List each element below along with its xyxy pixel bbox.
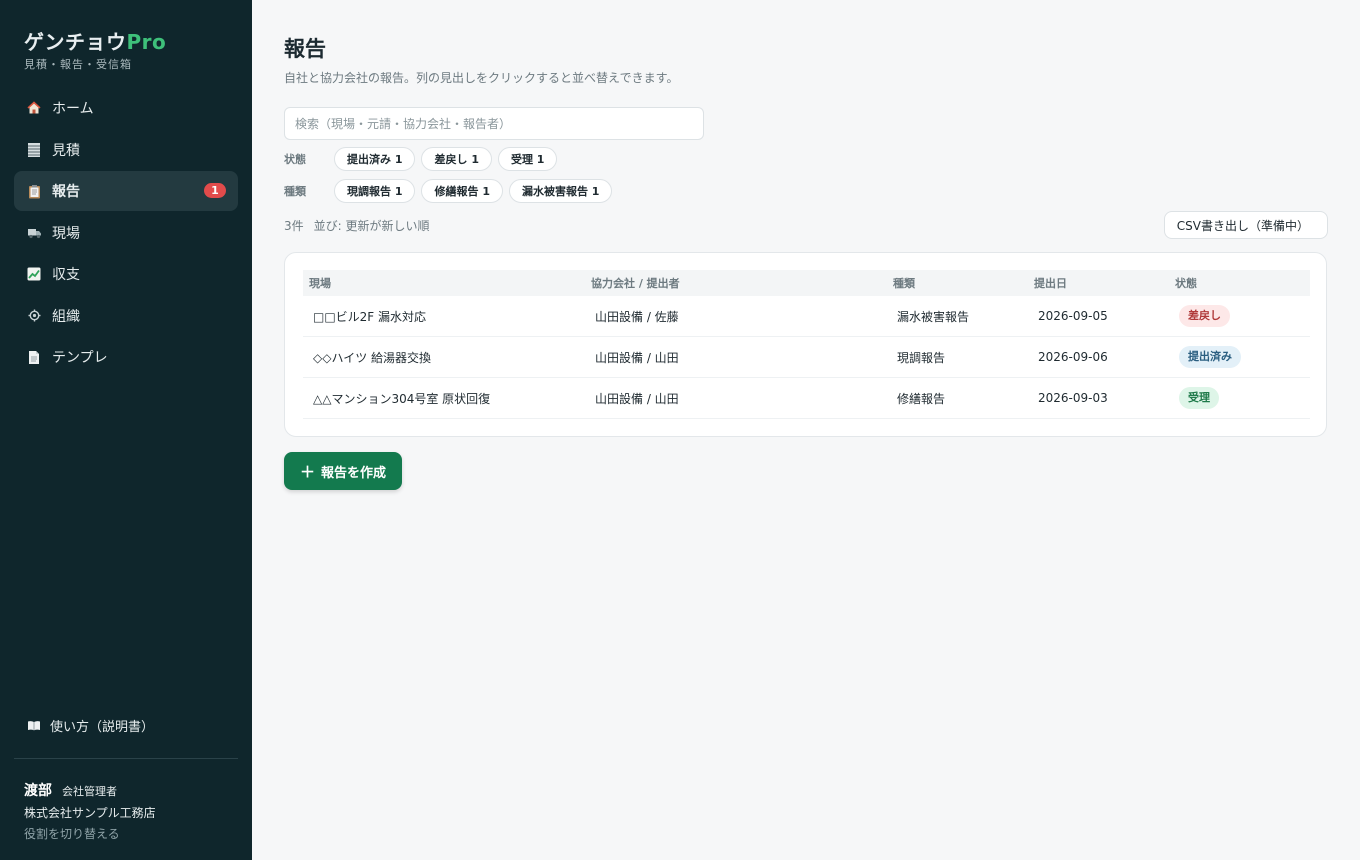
user-name: 渡部: [24, 783, 52, 799]
cell-date: 2026-09-06: [1028, 336, 1169, 378]
sidebar-divider: [14, 758, 238, 759]
column-header-site[interactable]: 現場: [303, 270, 585, 296]
sidebar-item-label: 報告: [52, 184, 80, 200]
cell-partner: 山田設備 / 山田: [585, 336, 887, 378]
cell-date: 2026-09-03: [1028, 377, 1169, 419]
sidebar-nav: ホーム 見積 報告 1 現場 収支 組織 テンプレ: [14, 88, 238, 379]
create-report-button[interactable]: ＋ 報告を作成: [284, 452, 403, 490]
switch-role-link[interactable]: 役割を切り替える: [24, 825, 156, 842]
brand-logo[interactable]: ゲンチョウPro: [24, 26, 166, 55]
type-filter-row: 種類 現調報告 1 修繕報告 1 漏水被害報告 1: [284, 179, 618, 203]
table-header-row: 現場 協力会社 / 提出者 種類 提出日 状態: [303, 270, 1310, 296]
book-icon: [26, 718, 42, 734]
status-filter-label: 状態: [284, 153, 306, 166]
cell-site: △△マンション304号室 原状回復: [303, 377, 585, 419]
cell-type: 修繕報告: [887, 377, 1028, 419]
truck-icon: [26, 225, 42, 241]
result-summary: 3件 並び: 更新が新しい順: [284, 217, 440, 234]
search-input[interactable]: [284, 107, 704, 140]
gear-icon: [26, 308, 42, 324]
csv-export-button[interactable]: CSV書き出し（準備中）: [1163, 211, 1328, 239]
status-chip-returned[interactable]: 差戻し 1: [421, 147, 492, 171]
type-filter-label: 種類: [284, 185, 306, 198]
column-header-partner[interactable]: 協力会社 / 提出者: [585, 270, 887, 296]
sidebar-item-finance[interactable]: 収支: [14, 254, 238, 294]
sidebar-item-sites[interactable]: 現場: [14, 213, 238, 253]
brand-subtitle: 見積・報告・受信箱: [24, 58, 132, 71]
status-chip-accepted[interactable]: 受理 1: [497, 147, 558, 171]
cell-status: 提出済み: [1169, 336, 1310, 378]
create-report-label: 報告を作成: [321, 465, 387, 481]
cell-date: 2026-09-05: [1028, 296, 1169, 337]
column-header-date[interactable]: 提出日: [1028, 270, 1169, 296]
sidebar-item-home[interactable]: ホーム: [14, 88, 238, 128]
sidebar-item-label: 組織: [52, 308, 80, 325]
table-row[interactable]: □□ビル2F 漏水対応 山田設備 / 佐藤 漏水被害報告 2026-09-05 …: [303, 296, 1310, 337]
help-label: 使い方（説明書）: [50, 720, 155, 735]
document-icon: [26, 349, 42, 365]
cell-type: 現調報告: [887, 336, 1028, 378]
brand-name: ゲンチョウ: [24, 30, 127, 54]
column-header-type[interactable]: 種類: [887, 270, 1028, 296]
status-badge: 受理: [1179, 387, 1219, 409]
sidebar-item-reports[interactable]: 報告 1: [14, 171, 238, 211]
sidebar-item-label: テンプレ: [52, 350, 108, 366]
house-icon: [26, 100, 42, 116]
user-company: 株式会社サンプル工務店: [24, 806, 156, 820]
cell-status: 受理: [1169, 377, 1310, 419]
page-title: 報告: [284, 37, 326, 61]
reports-table: 現場 協力会社 / 提出者 種類 提出日 状態 □□ビル2F 漏水対応 山田設備…: [303, 270, 1310, 419]
type-chip-survey[interactable]: 現調報告 1: [334, 179, 416, 203]
cell-type: 漏水被害報告: [887, 296, 1028, 337]
sidebar-item-organization[interactable]: 組織: [14, 296, 238, 336]
clipboard-icon: [26, 183, 42, 199]
user-info: 渡部 会社管理者 株式会社サンプル工務店 役割を切り替える: [24, 780, 156, 842]
page-description: 自社と協力会社の報告。列の見出しをクリックすると並べ替えできます。: [284, 71, 679, 85]
cell-site: ◇◇ハイツ 給湯器交換: [303, 336, 585, 378]
result-count: 3件: [284, 219, 304, 233]
sidebar-item-label: 見積: [52, 142, 80, 159]
reports-count-badge: 1: [204, 183, 226, 198]
cell-partner: 山田設備 / 山田: [585, 377, 887, 419]
sidebar: ゲンチョウPro 見積・報告・受信箱 ホーム 見積 報告 1 現場 収支 組織 …: [0, 0, 252, 860]
status-filter-row: 状態 提出済み 1 差戻し 1 受理 1: [284, 147, 563, 171]
reports-table-card: 現場 協力会社 / 提出者 種類 提出日 状態 □□ビル2F 漏水対応 山田設備…: [284, 252, 1327, 437]
type-chip-repair[interactable]: 修繕報告 1: [421, 179, 503, 203]
column-header-status[interactable]: 状態: [1169, 270, 1310, 296]
cell-site: □□ビル2F 漏水対応: [303, 296, 585, 337]
type-chip-leak[interactable]: 漏水被害報告 1: [508, 179, 613, 203]
main-content: 報告 自社と協力会社の報告。列の見出しをクリックすると並べ替えできます。 状態 …: [252, 0, 1360, 860]
sidebar-item-label: ホーム: [52, 101, 94, 117]
user-role: 会社管理者: [62, 785, 117, 798]
status-chip-submitted[interactable]: 提出済み 1: [334, 147, 416, 171]
cell-partner: 山田設備 / 佐藤: [585, 296, 887, 337]
table-row[interactable]: △△マンション304号室 原状回復 山田設備 / 山田 修繕報告 2026-09…: [303, 377, 1310, 419]
chart-icon: [26, 266, 42, 282]
sidebar-item-label: 収支: [52, 267, 80, 283]
status-badge: 差戻し: [1179, 305, 1230, 327]
cell-status: 差戻し: [1169, 296, 1310, 337]
table-row[interactable]: ◇◇ハイツ 給湯器交換 山田設備 / 山田 現調報告 2026-09-06 提出…: [303, 336, 1310, 378]
sidebar-item-templates[interactable]: テンプレ: [14, 337, 238, 377]
sidebar-item-label: 現場: [52, 225, 80, 242]
help-manual-link[interactable]: 使い方（説明書）: [26, 716, 154, 735]
plus-icon: ＋: [300, 462, 316, 481]
brand-pro: Pro: [126, 30, 167, 54]
sidebar-item-estimates[interactable]: 見積: [14, 130, 238, 170]
status-badge: 提出済み: [1179, 346, 1241, 368]
ledger-icon: [26, 142, 42, 158]
sort-order[interactable]: 並び: 更新が新しい順: [314, 219, 430, 233]
